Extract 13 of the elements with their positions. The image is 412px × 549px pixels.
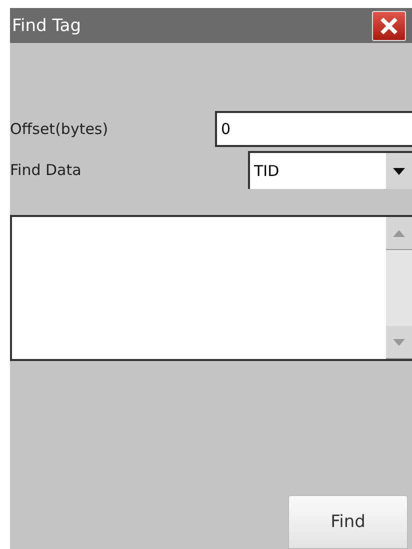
caret-icon — [393, 168, 405, 174]
window-title: Find Tag — [12, 16, 82, 36]
find-data-dropdown[interactable]: TID — [248, 151, 412, 189]
find-button[interactable]: Find — [288, 495, 408, 549]
close-button[interactable] — [372, 10, 406, 40]
scroll-up-icon — [393, 230, 405, 236]
data-text-area[interactable] — [10, 215, 412, 361]
close-icon — [379, 16, 399, 36]
find-data-label: Find Data — [10, 161, 82, 179]
scrollbar[interactable] — [386, 217, 412, 359]
scroll-down-icon — [393, 338, 405, 346]
offset-field[interactable]: 0 — [215, 111, 412, 147]
offset-label: Offset(bytes) — [10, 120, 108, 138]
